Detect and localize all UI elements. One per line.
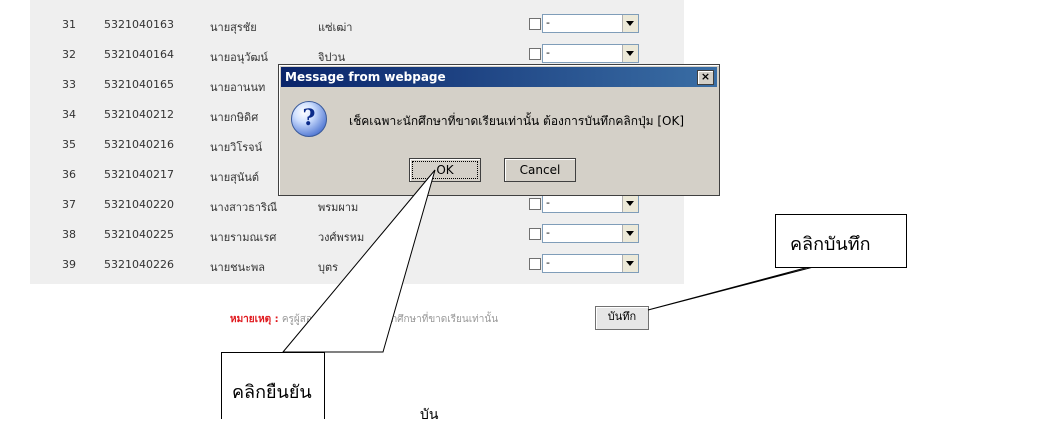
callout-pointers (281, 169, 849, 353)
confirm-callout-pointer (281, 169, 436, 353)
save-callout: คลิกบันทึก (775, 214, 907, 268)
confirm-callout-text: คลิกยืนยัน (232, 382, 312, 403)
save-callout-text: คลิกบันทึก (790, 234, 871, 255)
partial-caption: บัน (420, 407, 439, 423)
confirm-callout: คลิกยืนยัน (221, 352, 325, 419)
